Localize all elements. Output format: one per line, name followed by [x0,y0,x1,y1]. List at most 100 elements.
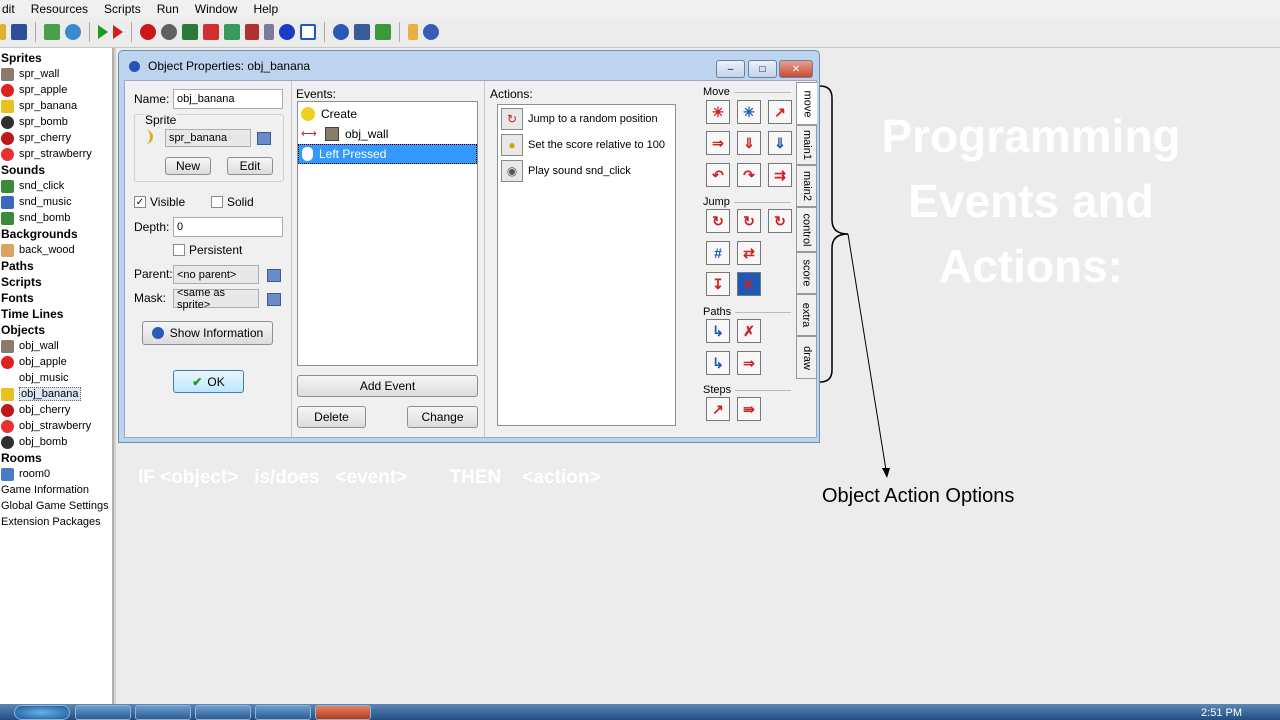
tree-group-sounds[interactable]: Sounds [0,162,112,178]
taskbar-gamemaker[interactable] [255,705,311,720]
name-input[interactable]: obj_banana [173,89,283,109]
close-button[interactable]: ✕ [779,60,813,78]
bounce-icon[interactable]: K [737,272,761,296]
depth-input[interactable]: 0 [173,217,283,237]
wrap-screen-icon[interactable]: ⇄ [737,241,761,265]
window-titlebar[interactable]: Object Properties: obj_banana [119,51,819,81]
open-icon[interactable] [0,24,6,40]
browse-mask-icon[interactable] [267,293,281,306]
menu-item-dit[interactable]: dit [0,2,17,16]
menu-item-scripts[interactable]: Scripts [102,2,143,16]
delete-event-button[interactable]: Delete [297,406,366,428]
taskbar-explorer[interactable] [75,705,131,720]
game-settings-icon[interactable] [354,24,370,40]
tree-group-scripts[interactable]: Scripts [0,274,112,290]
tree-item[interactable]: spr_banana [0,98,112,114]
action-row[interactable]: ● Set the score relative to 100 [501,132,675,158]
tree-item[interactable]: obj_bomb [0,434,112,450]
tree-item[interactable]: room0 [0,466,112,482]
tree-group-paths[interactable]: Paths [0,258,112,274]
parent-select[interactable]: <no parent> [173,265,259,284]
align-grid-icon[interactable]: # [706,241,730,265]
tree-item[interactable]: obj_apple [0,354,112,370]
friction-icon[interactable]: ⇉ [768,163,792,187]
actions-list[interactable]: ↻ Jump to a random position ● Set the sc… [497,104,676,426]
add-sound-icon[interactable] [161,24,177,40]
edit-sprite-button[interactable]: Edit [227,157,273,175]
move-free-icon[interactable]: ✳ [737,100,761,124]
tree-item[interactable]: obj_music [0,370,112,386]
create-executable-icon[interactable] [44,24,60,40]
taskbar-outlook[interactable] [195,705,251,720]
menu-item-run[interactable]: Run [155,2,181,16]
add-path-icon[interactable] [203,24,219,40]
start-button[interactable] [14,705,70,720]
tree-extra-item[interactable]: Global Game Settings [0,498,112,514]
tree-group-time-lines[interactable]: Time Lines [0,306,112,322]
tree-group-rooms[interactable]: Rooms [0,450,112,466]
tree-group-fonts[interactable]: Fonts [0,290,112,306]
tree-group-sprites[interactable]: Sprites [0,50,112,66]
action-row[interactable]: ◉ Play sound snd_click [501,158,675,184]
change-event-button[interactable]: Change [407,406,478,428]
move-to-contact-icon[interactable]: ↧ [706,272,730,296]
tree-item[interactable]: spr_apple [0,82,112,98]
mask-select[interactable]: <same as sprite> [173,287,259,311]
solid-checkbox[interactable]: Solid [211,195,254,209]
event-row-collision[interactable]: ⟷ obj_wall [298,124,477,144]
sprite-select[interactable]: spr_banana [165,129,251,147]
add-script-icon[interactable] [224,24,240,40]
add-sprite-icon[interactable] [140,24,156,40]
debug-icon[interactable] [113,25,123,39]
tree-extra-item[interactable]: Game Information [0,482,112,498]
minimize-button[interactable]: – [716,60,745,78]
tree-item[interactable]: obj_wall [0,338,112,354]
add-object-icon[interactable] [279,24,295,40]
tree-item[interactable]: back_wood [0,242,112,258]
run-icon[interactable] [98,25,108,39]
extension-icon[interactable] [375,24,391,40]
persistent-checkbox[interactable]: Persistent [173,243,242,257]
tree-item[interactable]: snd_bomb [0,210,112,226]
jump-to-position-icon[interactable]: ↻ [706,209,730,233]
tree-item[interactable]: obj_cherry [0,402,112,418]
tree-item[interactable]: spr_strawberry [0,146,112,162]
path-position-icon[interactable]: ↳ [706,351,730,375]
path-speed-icon[interactable]: ⇒ [737,351,761,375]
game-info-icon[interactable] [333,24,349,40]
tree-item[interactable]: spr_wall [0,66,112,82]
maximize-button[interactable]: □ [748,60,777,78]
jump-to-start-icon[interactable]: ↻ [737,209,761,233]
tree-item[interactable]: spr_bomb [0,114,112,130]
taskbar-powerpoint[interactable] [315,705,371,720]
browse-sprite-icon[interactable] [257,132,271,145]
tree-item[interactable]: snd_click [0,178,112,194]
step-towards-icon[interactable]: ↗ [706,397,730,421]
event-row-left-pressed[interactable]: Left Pressed [298,144,477,164]
tree-group-objects[interactable]: Objects [0,322,112,338]
manual-icon[interactable] [408,24,418,40]
action-row[interactable]: ↻ Jump to a random position [501,106,675,132]
tree-group-backgrounds[interactable]: Backgrounds [0,226,112,242]
tree-item[interactable]: obj_banana [0,386,112,402]
tree-item[interactable]: spr_cherry [0,130,112,146]
step-avoiding-icon[interactable]: ⇛ [737,397,761,421]
speed-horizontal-icon[interactable]: ⇒ [706,131,730,155]
new-sprite-button[interactable]: New [165,157,211,175]
add-event-button[interactable]: Add Event [297,375,478,397]
publish-icon[interactable] [65,24,81,40]
add-room-icon[interactable] [300,24,316,40]
end-path-icon[interactable]: ✗ [737,319,761,343]
add-background-icon[interactable] [182,24,198,40]
tree-extra-item[interactable]: Extension Packages [0,514,112,530]
browse-parent-icon[interactable] [267,269,281,282]
menu-item-window[interactable]: Window [193,2,240,16]
add-timeline-icon[interactable] [264,24,274,40]
save-icon[interactable] [11,24,27,40]
reverse-horizontal-icon[interactable]: ↶ [706,163,730,187]
events-list[interactable]: Create ⟷ obj_wall Left Pressed [297,101,478,366]
visible-checkbox[interactable]: ✓ Visible [134,195,185,209]
tree-item[interactable]: snd_music [0,194,112,210]
gravity-icon[interactable]: ⇓ [768,131,792,155]
event-row-create[interactable]: Create [298,104,477,124]
